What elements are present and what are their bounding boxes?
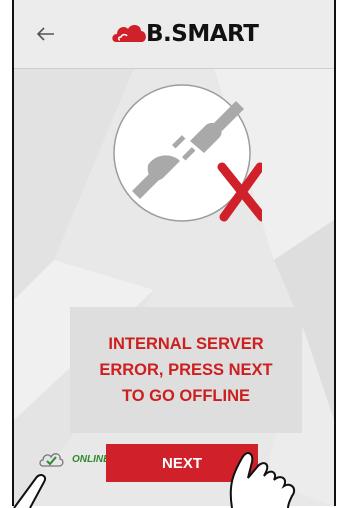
app-header: B.SMART	[14, 0, 334, 69]
arrow-left-icon[interactable]	[34, 22, 58, 46]
pointing-hand-icon	[13, 474, 46, 508]
brand-logo: B.SMART	[110, 18, 259, 50]
unplugged-connector-icon	[113, 84, 262, 222]
brand-name: B.SMART	[146, 21, 259, 47]
app-screen: B.SMART INTERNAL SERVER ERROR, PRESS NEX…	[12, 0, 336, 506]
error-message: INTERNAL SERVER ERROR, PRESS NEXT TO GO …	[99, 335, 273, 405]
status-label: ONLINE	[72, 453, 110, 465]
pointing-hand-icon	[229, 452, 296, 508]
red-cloud-logo-icon	[112, 25, 146, 42]
error-message-panel: INTERNAL SERVER ERROR, PRESS NEXT TO GO …	[70, 307, 302, 433]
